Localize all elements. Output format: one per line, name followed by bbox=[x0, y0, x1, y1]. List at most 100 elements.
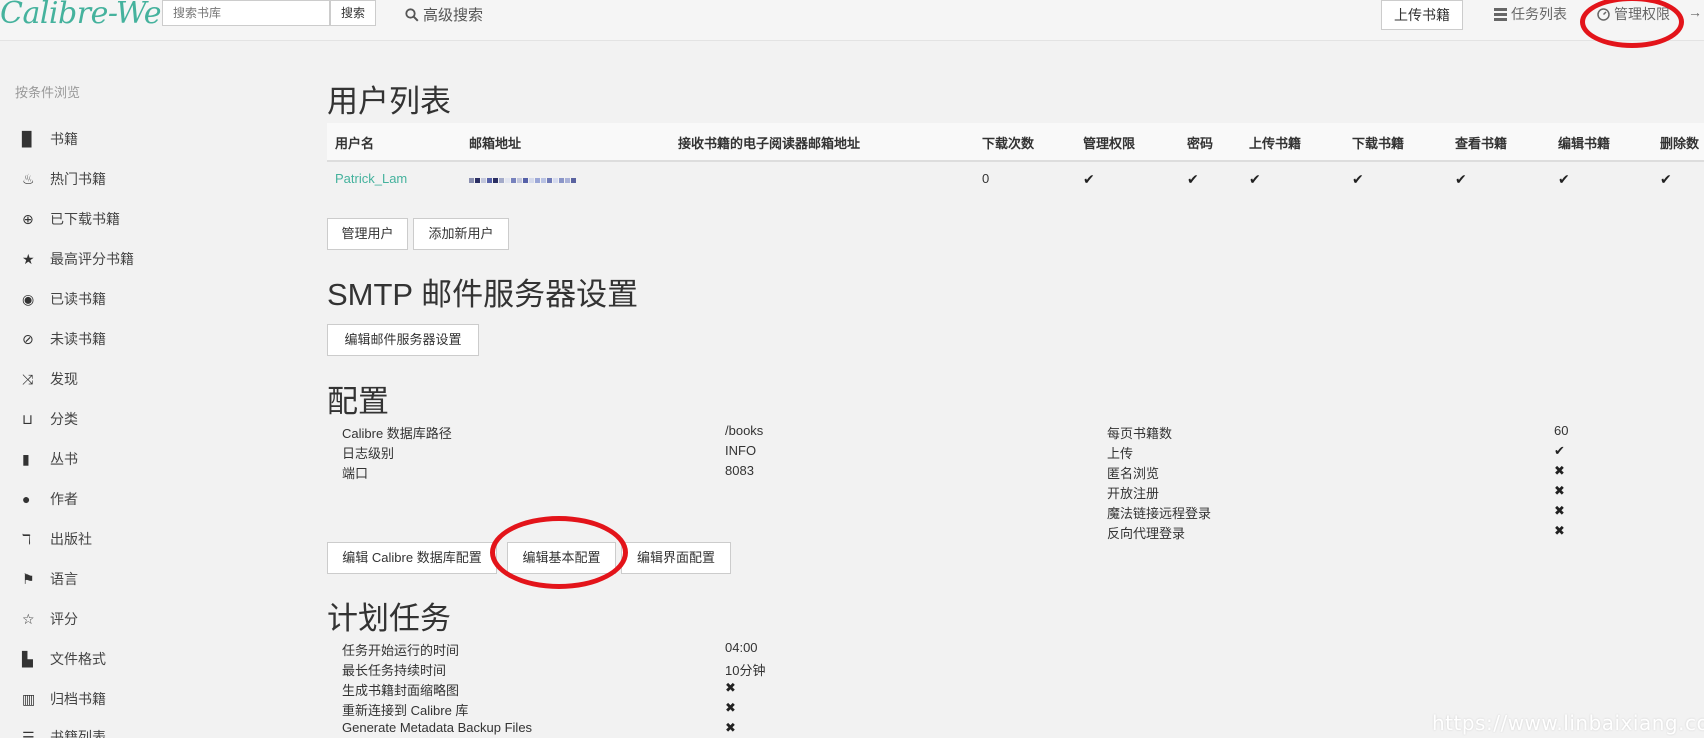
scheduled-tasks-heading: 计划任务 bbox=[327, 601, 451, 636]
task-label: Generate Metadata Backup Files bbox=[342, 720, 533, 735]
dashboard-icon bbox=[1597, 7, 1610, 21]
sidebar-item-label: 语言 bbox=[50, 571, 78, 587]
sidebar-item-publishers[interactable]: ℸ 出版社 bbox=[22, 527, 92, 551]
password-check-icon[interactable]: ✔ bbox=[1187, 171, 1199, 188]
sidebar-item-archived[interactable]: ▥ 归档书籍 bbox=[22, 687, 106, 711]
book-icon: ▉ bbox=[22, 130, 33, 147]
sidebar-item-downloaded[interactable]: ⊕ 已下载书籍 bbox=[22, 207, 120, 231]
add-user-button[interactable]: 添加新用户 bbox=[413, 218, 509, 250]
logout-icon[interactable]: → bbox=[1688, 4, 1702, 20]
sidebar-item-ratings[interactable]: ☆ 评分 bbox=[22, 607, 78, 631]
navbar: Calibre-Web 搜索 高级搜索 上传书籍 任务列表 管理权限 → bbox=[0, 0, 1704, 41]
sidebar-item-label: 评分 bbox=[50, 611, 78, 627]
list-icon: ☰ bbox=[22, 728, 35, 738]
sidebar-item-label: 热门书籍 bbox=[50, 171, 106, 187]
sidebar-item-hot[interactable]: ♨ 热门书籍 bbox=[22, 167, 106, 191]
tasks-label: 任务列表 bbox=[1511, 6, 1567, 22]
task-value: 10分钟 bbox=[725, 663, 766, 678]
col-downloads[interactable]: 下载次数 bbox=[982, 133, 1034, 152]
download-icon: ⊕ bbox=[22, 210, 34, 227]
sidebar-item-label: 已下载书籍 bbox=[50, 211, 120, 227]
col-password[interactable]: 密码 bbox=[1187, 133, 1213, 152]
fire-icon: ♨ bbox=[22, 170, 35, 187]
username-link[interactable]: Patrick_Lam bbox=[335, 171, 407, 186]
downloads-count: 0 bbox=[982, 171, 990, 186]
config-label: 端口 bbox=[342, 466, 369, 481]
sidebar-item-label: 作者 bbox=[50, 491, 78, 507]
edit-calibre-db-config-button[interactable]: 编辑 Calibre 数据库配置 bbox=[327, 542, 497, 574]
sidebar-item-languages[interactable]: ⚑ 语言 bbox=[22, 567, 78, 591]
col-upload[interactable]: 上传书籍 bbox=[1249, 133, 1301, 152]
sidebar-item-unread[interactable]: ⊘ 未读书籍 bbox=[22, 327, 106, 351]
admin-link[interactable]: 管理权限 bbox=[1597, 4, 1670, 24]
bookmark-icon: ▮ bbox=[22, 450, 30, 467]
sidebar-item-categories[interactable]: ⊔ 分类 bbox=[22, 407, 78, 431]
col-edit[interactable]: 编辑书籍 bbox=[1558, 133, 1610, 152]
sidebar-item-label: 书籍 bbox=[50, 131, 78, 147]
sidebar-item-formats[interactable]: ▙ 文件格式 bbox=[22, 647, 106, 671]
sidebar-item-authors[interactable]: ● 作者 bbox=[22, 487, 78, 511]
config-value: INFO bbox=[725, 443, 757, 458]
sidebar-item-read[interactable]: ◉ 已读书籍 bbox=[22, 287, 106, 311]
config-label: 每页书籍数 bbox=[1107, 426, 1173, 441]
email-redacted bbox=[469, 171, 576, 188]
file-icon: ▙ bbox=[22, 650, 33, 667]
text-size-icon: ℸ bbox=[22, 530, 32, 547]
edit-smtp-button[interactable]: 编辑邮件服务器设置 bbox=[327, 324, 479, 356]
delete-check-icon[interactable]: ✔ bbox=[1660, 171, 1672, 188]
advanced-search-label: 高级搜索 bbox=[423, 7, 484, 24]
col-admin[interactable]: 管理权限 bbox=[1083, 133, 1135, 152]
sidebar-item-top-rated[interactable]: ★ 最高评分书籍 bbox=[22, 247, 134, 271]
upload-check-icon[interactable]: ✔ bbox=[1249, 171, 1261, 188]
sidebar-item-series[interactable]: ▮ 丛书 bbox=[22, 447, 78, 471]
upload-button[interactable]: 上传书籍 bbox=[1381, 0, 1463, 30]
advanced-search-link[interactable]: 高级搜索 bbox=[405, 4, 483, 25]
cross-icon: ✖ bbox=[725, 680, 736, 695]
col-download[interactable]: 下载书籍 bbox=[1352, 133, 1404, 152]
search-input[interactable] bbox=[162, 0, 330, 26]
edit-check-icon[interactable]: ✔ bbox=[1558, 171, 1570, 188]
task-label: 最长任务持续时间 bbox=[342, 663, 447, 678]
edit-ui-config-button[interactable]: 编辑界面配置 bbox=[621, 542, 731, 574]
cross-icon: ✖ bbox=[1554, 503, 1565, 518]
sidebar-item-books[interactable]: ▉ 书籍 bbox=[22, 127, 78, 151]
trash-icon: ▥ bbox=[22, 690, 36, 707]
col-kindle-email[interactable]: 接收书籍的电子阅读器邮箱地址 bbox=[678, 133, 860, 152]
config-label: Calibre 数据库路径 bbox=[342, 426, 452, 441]
table-row: Patrick_Lam 0 ✔ ✔ ✔ ✔ ✔ ✔ ✔ bbox=[327, 162, 1704, 198]
sidebar-item-label: 分类 bbox=[50, 411, 78, 427]
watermark: https://www.linbaixiang.com bbox=[1432, 711, 1704, 735]
col-email[interactable]: 邮箱地址 bbox=[469, 133, 521, 152]
check-icon: ✔ bbox=[1554, 443, 1565, 458]
flag-icon: ⚑ bbox=[22, 570, 35, 587]
app-logo[interactable]: Calibre-Web bbox=[0, 0, 180, 31]
config-value: /books bbox=[725, 423, 764, 438]
task-label: 生成书籍封面缩略图 bbox=[342, 683, 460, 698]
tasks-link[interactable]: 任务列表 bbox=[1494, 4, 1567, 24]
search-button[interactable]: 搜索 bbox=[330, 0, 376, 26]
admin-check-icon[interactable]: ✔ bbox=[1083, 171, 1095, 188]
view-check-icon[interactable]: ✔ bbox=[1455, 171, 1467, 188]
eye-icon: ◉ bbox=[22, 290, 35, 307]
sidebar-item-discover[interactable]: ⤨ 发现 bbox=[22, 367, 78, 391]
cross-icon: ✖ bbox=[1554, 523, 1565, 538]
sidebar-item-label: 已读书籍 bbox=[50, 291, 106, 307]
shuffle-icon: ⤨ bbox=[22, 370, 34, 387]
col-username[interactable]: 用户名 bbox=[335, 133, 374, 152]
cross-icon: ✖ bbox=[725, 700, 736, 715]
sidebar-item-book-lists[interactable]: ☰ 书籍列表 bbox=[22, 725, 106, 738]
download-check-icon[interactable]: ✔ bbox=[1352, 171, 1364, 188]
inbox-icon: ⊔ bbox=[22, 410, 33, 427]
task-value: 04:00 bbox=[725, 640, 758, 655]
users-table-header: 用户名 邮箱地址 接收书籍的电子阅读器邮箱地址 下载次数 管理权限 密码 上传书… bbox=[327, 123, 1704, 162]
manage-users-button[interactable]: 管理用户 bbox=[327, 218, 408, 250]
eye-slash-icon: ⊘ bbox=[22, 330, 34, 347]
col-view[interactable]: 查看书籍 bbox=[1455, 133, 1507, 152]
edit-basic-config-button[interactable]: 编辑基本配置 bbox=[507, 542, 616, 574]
col-delete[interactable]: 删除数 bbox=[1660, 133, 1699, 152]
sidebar-item-label: 文件格式 bbox=[50, 651, 106, 667]
user-icon: ● bbox=[22, 491, 31, 507]
config-label: 匿名浏览 bbox=[1107, 466, 1160, 481]
config-heading: 配置 bbox=[327, 384, 389, 419]
sidebar-item-label: 未读书籍 bbox=[50, 331, 106, 347]
